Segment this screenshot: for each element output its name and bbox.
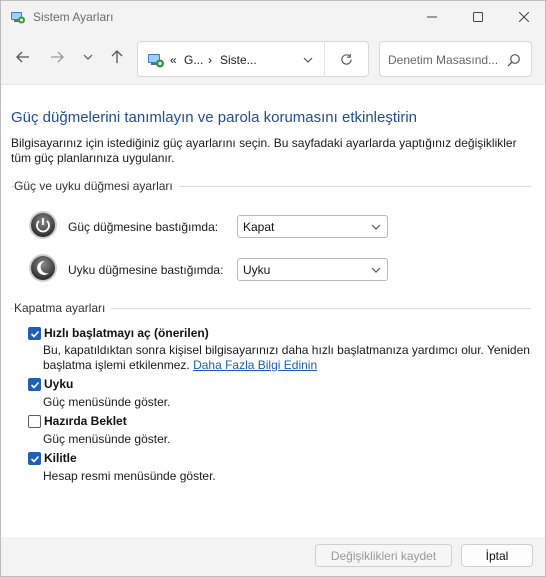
maximize-button[interactable] [455, 1, 501, 32]
footer-bar: Değişiklikleri kaydet İptal [1, 537, 545, 576]
control-panel-icon [148, 54, 164, 68]
fast-startup-label[interactable]: Hızlı başlatmayı aç (önerilen) [44, 326, 209, 340]
up-button[interactable] [105, 45, 129, 69]
breadcrumb-item-hardware[interactable]: G... [184, 53, 203, 67]
page-description: Bilgisayarınız için istediğiniz güç ayar… [11, 136, 517, 165]
checkmark-icon [30, 330, 40, 338]
power-section-title: Güç ve uyku düğmesi ayarları [14, 179, 179, 193]
sleep-checkbox[interactable] [28, 378, 41, 391]
sleep-option-description: Güç menüsünde göster. [43, 395, 171, 409]
power-button-action-value: Kapat [243, 220, 275, 234]
chevron-down-icon [83, 54, 93, 60]
navigation-bar: « G... › Siste... Denetim Masasınd... [1, 33, 545, 85]
learn-more-link[interactable]: Daha Fazla Bilgi Edinin [193, 358, 317, 372]
title-bar[interactable]: Sistem Ayarları [1, 1, 545, 33]
lock-checkbox[interactable] [28, 452, 41, 465]
arrow-right-icon [51, 51, 64, 63]
recent-locations-button[interactable] [76, 45, 100, 69]
system-settings-window: Sistem Ayarları « G... › Siste... Deneti… [0, 0, 546, 577]
power-button-icon [29, 211, 57, 239]
lock-option-label[interactable]: Kilitle [44, 451, 77, 465]
maximize-icon [473, 11, 483, 22]
breadcrumb-overflow[interactable]: « [170, 53, 177, 67]
power-button-action-select[interactable]: Kapat [237, 215, 388, 238]
lock-option-description: Hesap resmi menüsünde göster. [43, 469, 216, 483]
sleep-button-action-value: Uyku [243, 263, 271, 277]
chevron-down-icon [371, 224, 381, 230]
shutdown-section-title: Kapatma ayarları [14, 301, 112, 315]
content-area: Güç düğmelerini tanımlayın ve parola kor… [1, 86, 545, 532]
sleep-button-action-select[interactable]: Uyku [237, 258, 388, 281]
window-title: Sistem Ayarları [33, 10, 114, 24]
search-icon[interactable] [507, 53, 521, 67]
search-box[interactable]: Denetim Masasınd... [379, 41, 532, 77]
sleep-option-label[interactable]: Uyku [44, 377, 73, 391]
hibernate-option-description: Güç menüsünde göster. [43, 432, 171, 446]
back-button[interactable] [11, 45, 35, 69]
checkmark-icon [30, 381, 40, 389]
minimize-button[interactable] [409, 1, 455, 32]
save-changes-button[interactable]: Değişiklikleri kaydet [315, 544, 452, 567]
control-panel-app-icon [11, 12, 25, 24]
arrow-left-icon [16, 51, 29, 63]
breadcrumb-separator: › [208, 53, 212, 67]
fast-startup-description: Bu, kapatıldıktan sonra kişisel bilgisay… [43, 343, 533, 373]
refresh-icon[interactable] [340, 53, 353, 66]
breadcrumb-item-system[interactable]: Siste... [220, 53, 257, 67]
cancel-button[interactable]: İptal [461, 544, 533, 567]
checkmark-icon [30, 455, 40, 463]
fast-startup-checkbox[interactable] [28, 327, 41, 340]
address-divider [324, 42, 325, 76]
page-title: Güç düğmelerini tanımlayın ve parola kor… [11, 109, 418, 126]
hibernate-option-label[interactable]: Hazırda Beklet [44, 414, 127, 428]
close-button[interactable] [501, 1, 546, 32]
minimize-icon [427, 16, 437, 17]
sleep-button-label: Uyku düğmesine bastığımda: [68, 263, 224, 277]
hibernate-checkbox[interactable] [28, 415, 41, 428]
close-icon [519, 11, 529, 22]
address-bar[interactable]: « G... › Siste... [137, 41, 369, 77]
search-placeholder[interactable]: Denetim Masasınd... [388, 53, 498, 67]
sleep-button-icon [29, 254, 57, 282]
arrow-up-icon [111, 50, 123, 63]
chevron-down-icon [371, 267, 381, 273]
chevron-down-icon[interactable] [303, 55, 313, 65]
forward-button[interactable] [45, 45, 69, 69]
power-button-label: Güç düğmesine bastığımda: [68, 220, 219, 234]
